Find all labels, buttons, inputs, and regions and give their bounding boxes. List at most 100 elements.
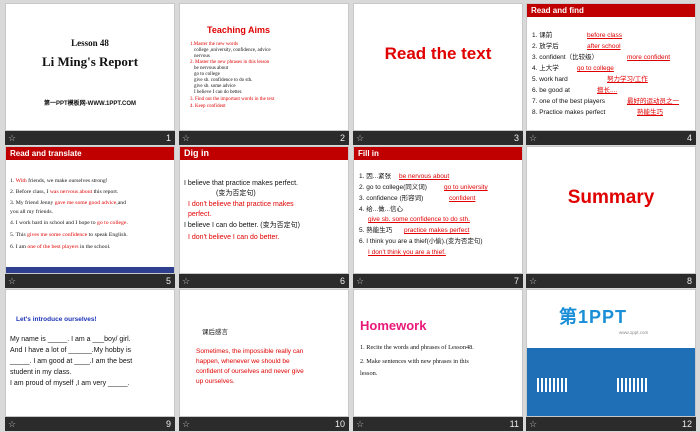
slide-4-header: Read and find: [527, 4, 695, 17]
slide-5-footer: ☆ 5: [5, 274, 175, 288]
star-icon: ☆: [8, 276, 17, 286]
text-part: 2. Before class, I: [10, 189, 50, 195]
dig-line: I believe I can do better. (变为否定句): [184, 222, 300, 229]
highlight-part: gives me some confidence: [27, 232, 88, 238]
slide-thumb-9[interactable]: Let's introduce ourselves! My name is __…: [5, 289, 175, 431]
find-value: 努力学习/工作: [607, 76, 648, 83]
fill-value: go to university: [444, 184, 488, 191]
slide-8-footer: ☆ 8: [526, 274, 696, 288]
slide-6-card: Dig in I believe that practice makes per…: [179, 146, 349, 274]
slide-11-title: Homework: [360, 318, 427, 333]
highlight-part: one of the best players: [27, 244, 79, 250]
star-icon: ☆: [356, 276, 365, 286]
slide-number: 2: [339, 133, 345, 143]
slide-thumb-3[interactable]: Read the text ☆ 3: [353, 3, 523, 145]
star-icon: ☆: [356, 419, 365, 429]
dig-line: I don't believe I can do better.: [188, 234, 280, 241]
slide-number: 5: [165, 276, 171, 286]
translate-line: 1. With friends, we make ourselves stron…: [10, 177, 108, 187]
translate-line: 6. I am one of the best players in the s…: [10, 243, 110, 253]
fill-value: I don't think you are a thief.: [368, 249, 446, 256]
text-part: 4. I work hard in school and I hope to: [10, 220, 98, 226]
slide-9-footer: ☆ 9: [5, 417, 175, 431]
header-text: Read and find: [531, 6, 584, 15]
fill-value: give sb. some confidence to do sth.: [368, 216, 470, 223]
slide-thumb-11[interactable]: Homework 1. Recite the words and phrases…: [353, 289, 523, 431]
aim-line: 4. Keep confident: [190, 104, 226, 109]
intro-line: student in my class.: [10, 369, 72, 376]
slide-2-title: Teaching Aims: [207, 25, 271, 35]
fill-value: confident: [449, 195, 476, 202]
slide-7-header: Fill in: [354, 147, 522, 160]
highlight-part: was nervous about: [49, 189, 93, 195]
slide-1-lesson: Lesson 48: [71, 38, 109, 48]
slide-thumb-7[interactable]: Fill in 1. 因...紧张 be nervous about 2. go …: [353, 146, 523, 288]
highlight-part: gave me some good advice: [54, 200, 117, 206]
slide-thumb-2[interactable]: Teaching Aims 1.Master the new words col…: [179, 3, 349, 145]
slide-3-title: Read the text: [384, 44, 492, 63]
text-part: 5. This: [10, 232, 28, 238]
slide-5-bottom-bar: [6, 267, 174, 273]
star-icon: ☆: [529, 276, 538, 286]
find-key: 8. Practice makes perfect: [532, 109, 606, 116]
find-key: 5. work hard: [532, 76, 568, 83]
slide-10-card: 课后感言 Sometimes, the impossible really ca…: [179, 289, 349, 417]
slide-4-footer: ☆ 4: [526, 131, 696, 145]
slide-number: 11: [509, 419, 519, 429]
translate-line: 2. Before class, I was nervous about thi…: [10, 188, 118, 198]
star-icon: ☆: [356, 133, 365, 143]
slide-12-footer: ☆ 12: [526, 417, 696, 431]
text-part: you all my friends.: [10, 209, 53, 215]
find-key: 2. 放学后: [532, 43, 559, 50]
homework-line: lesson.: [360, 370, 378, 377]
reflection-line: up ourselves.: [196, 378, 235, 385]
header-text: Fill in: [358, 149, 379, 158]
reflection-line: happen, whenever we should be: [196, 358, 290, 365]
ppt-logo: 第1PPT: [559, 307, 628, 327]
slide-7-footer: ☆ 7: [353, 274, 523, 288]
slide-number: 3: [513, 133, 519, 143]
slide-thumb-6[interactable]: Dig in I believe that practice makes per…: [179, 146, 349, 288]
find-value: after school: [587, 43, 621, 50]
slide-thumb-1[interactable]: Lesson 48 Li Ming's Report 第一PPT模板网-WWW.…: [5, 3, 175, 145]
text-part: friends, we make ourselves strong!: [26, 178, 108, 184]
slide-number: 6: [339, 276, 345, 286]
slide-1-title: Li Ming's Report: [41, 54, 139, 69]
slide-9-card: Let's introduce ourselves! My name is __…: [5, 289, 175, 417]
find-key: 1. 课前: [532, 32, 553, 39]
intro-line: My name is _____. I am a ___boy/ girl.: [10, 336, 131, 343]
find-value: 擅长....: [597, 87, 618, 94]
aim-line: 3. Find out the important words in the t…: [190, 97, 275, 102]
find-value: 熟能生巧: [637, 109, 663, 116]
slide-12-info-panel: [527, 348, 695, 416]
slide-5-header: Read and translate: [6, 147, 174, 160]
slide-number: 1: [165, 133, 171, 143]
find-key: 4. 上大学: [532, 65, 559, 72]
fill-key: 2. go to college(同义词): [359, 184, 427, 191]
slide-6-footer: ☆ 6: [179, 274, 349, 288]
homework-line: 1. Recite the words and phrases of Lesso…: [360, 344, 474, 351]
slide-10-title: 课后感言: [202, 329, 228, 336]
text-part: in the school.: [78, 244, 111, 250]
slide-thumb-4[interactable]: Read and find 1. 课前 before class 2. 放学后 af…: [526, 3, 696, 145]
find-key: 3. confident（比较级）: [532, 54, 599, 61]
slide-number: 9: [165, 419, 171, 429]
slide-number: 12: [681, 419, 692, 429]
slide-thumb-5[interactable]: Read and translate 1. With friends, we m…: [5, 146, 175, 288]
aim-line: I believe I can do better.: [194, 90, 243, 95]
ppt-logo-url: www.1ppt.com: [619, 330, 649, 335]
slide-3-footer: ☆ 3: [353, 131, 523, 145]
text-part: 3. My friend Jenny: [10, 200, 55, 206]
slide-thumb-10[interactable]: 课后感言 Sometimes, the impossible really ca…: [179, 289, 349, 431]
translate-line: 5. This gives me some confidence to spea…: [10, 231, 128, 241]
slide-thumb-12[interactable]: 第1PPT www.1ppt.com ☆ 12: [526, 289, 696, 431]
slide-11-card: Homework 1. Recite the words and phrases…: [353, 289, 523, 417]
slide-8-card: Summary: [526, 146, 696, 274]
fill-key: 3. confidence (形容词): [359, 195, 424, 202]
slide-9-title: Let's introduce ourselves!: [16, 316, 97, 323]
reflection-line: confident of ourselves and never give: [196, 368, 304, 375]
translate-line: 4. I work hard in school and I hope to g…: [10, 219, 128, 229]
text-part: ,and: [116, 200, 126, 206]
fill-value: practice makes perfect: [404, 227, 470, 234]
slide-thumb-8[interactable]: Summary ☆ 8: [526, 146, 696, 288]
